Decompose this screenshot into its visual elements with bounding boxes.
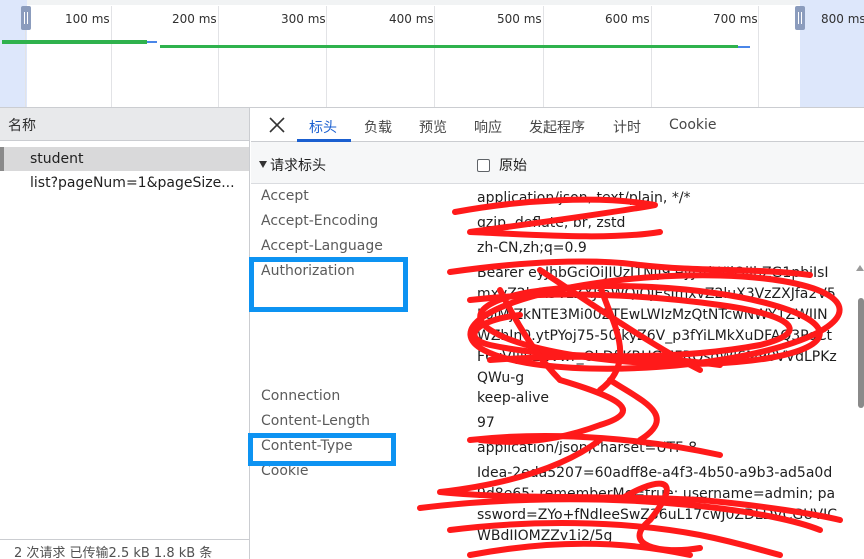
- timeline-tick-label: 700 ms: [713, 12, 758, 26]
- timeline-top-band: [0, 0, 864, 5]
- timeline-gridline: [326, 6, 327, 107]
- scroll-up-arrow-icon[interactable]: [856, 265, 864, 271]
- authorization-highlight-box: [249, 257, 408, 312]
- checkbox-icon[interactable]: [477, 159, 490, 172]
- vertical-scrollbar-thumb[interactable]: [858, 298, 864, 408]
- tab-response[interactable]: 响应: [474, 117, 502, 137]
- timeline-gridline: [758, 6, 759, 107]
- header-value: 97: [477, 415, 495, 431]
- timeline-gridline: [543, 6, 544, 107]
- request-item-list[interactable]: list?pageNum=1&pageSize...: [0, 171, 249, 195]
- request-detail-panel: 标头 负载 预览 响应 发起程序 计时 Cookie 请求标头 原始 Accep…: [251, 108, 864, 559]
- timeline-request-bar-download: [738, 46, 750, 48]
- timeline-tick-label: 200 ms: [172, 12, 217, 26]
- header-value: gzip, deflate, br, zstd: [477, 215, 626, 231]
- timeline-request-bar-student: [2, 40, 147, 44]
- timeline-request-bar-download: [147, 41, 157, 43]
- timeline-tick-label: 500 ms: [497, 12, 542, 26]
- timeline-gridline: [218, 6, 219, 107]
- raw-toggle-label[interactable]: 原始: [499, 155, 527, 175]
- close-icon[interactable]: [267, 115, 287, 135]
- header-name: Accept-Language: [261, 238, 383, 254]
- header-name: Connection: [261, 388, 341, 404]
- timeline-gridline: [434, 6, 435, 107]
- tab-headers[interactable]: 标头: [309, 117, 337, 137]
- header-name: Accept-Encoding: [261, 213, 379, 229]
- header-value: Bearer eyJhbGciOiJIUzI1NiJ9.eyJzdWIiOiJh…: [477, 265, 837, 386]
- timeline-tick-label: 100 ms: [65, 12, 110, 26]
- tab-payload[interactable]: 负载: [364, 117, 392, 137]
- triangle-down-icon[interactable]: [259, 161, 267, 168]
- tab-timing[interactable]: 计时: [613, 117, 641, 137]
- request-headers-section-header[interactable]: 请求标头 原始: [251, 142, 864, 184]
- request-summary-status: 2 次请求 已传输2.5 kB 1.8 kB 条: [0, 539, 249, 559]
- header-name: Accept: [261, 188, 309, 204]
- timeline-tick-label: 600 ms: [605, 12, 650, 26]
- timeline-gridline: [111, 6, 112, 107]
- header-value: application/json, text/plain, */*: [477, 190, 691, 206]
- request-item-student[interactable]: student: [0, 147, 249, 171]
- header-value: zh-CN,zh;q=0.9: [477, 240, 587, 256]
- header-value: keep-alive: [477, 390, 550, 406]
- request-headers-title: 请求标头: [270, 158, 326, 174]
- tab-preview[interactable]: 预览: [419, 117, 447, 137]
- tab-initiator[interactable]: 发起程序: [529, 117, 585, 137]
- timeline-right-handle[interactable]: [795, 6, 805, 30]
- timeline-tick-label: 400 ms: [389, 12, 434, 26]
- header-name: Content-Length: [261, 413, 371, 429]
- header-value: application/json;charset=UTF-8: [477, 440, 698, 456]
- header-value: Idea-2eda5207=60adff8e-a4f3-4b50-a9b3-ad…: [477, 465, 837, 544]
- timeline-gridline: [651, 6, 652, 107]
- timeline-left-handle[interactable]: [21, 6, 31, 30]
- timeline-tick-label: 300 ms: [281, 12, 326, 26]
- detail-tab-bar: 标头 负载 预览 响应 发起程序 计时 Cookie: [251, 108, 864, 142]
- timeline-tick-label: 800 ms: [821, 12, 864, 26]
- content-type-highlight-box: [248, 433, 396, 466]
- request-list-panel: 名称 student list?pageNum=1&pageSize... 2 …: [0, 108, 250, 559]
- network-timeline[interactable]: 100 ms 200 ms 300 ms 400 ms 500 ms 600 m…: [0, 0, 864, 108]
- tab-cookies[interactable]: Cookie: [669, 117, 717, 133]
- request-list-header[interactable]: 名称: [0, 108, 249, 141]
- timeline-request-bar-list: [160, 45, 738, 48]
